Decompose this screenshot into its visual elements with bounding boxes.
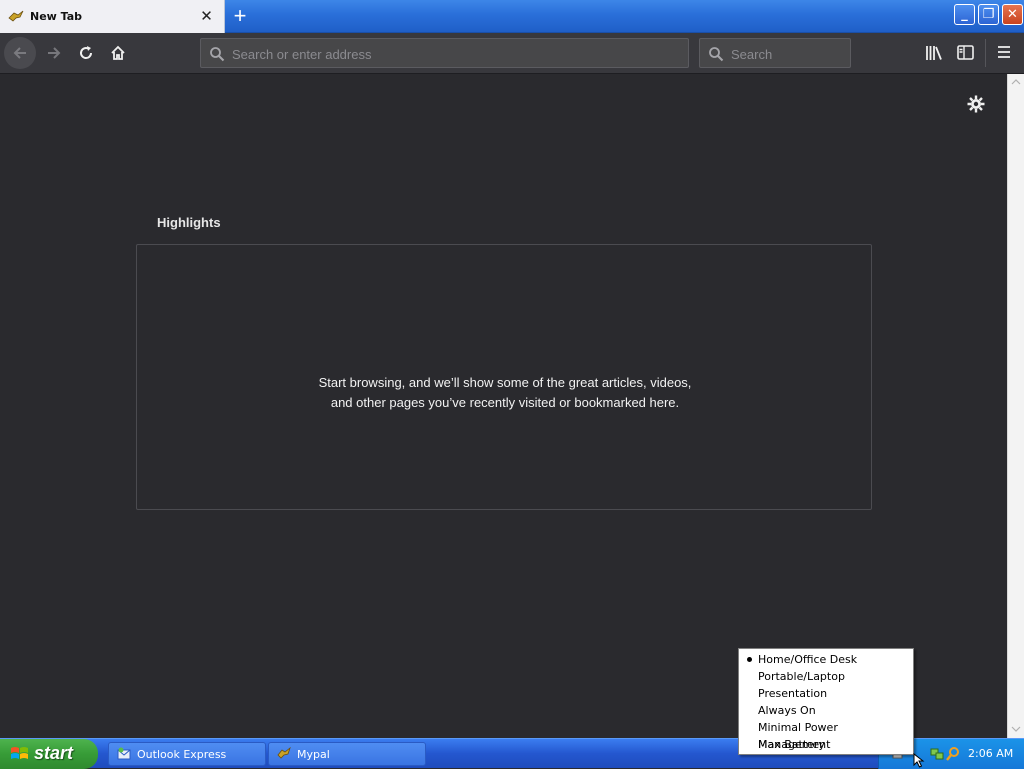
forward-button[interactable] [38,37,70,69]
taskbar-item-label: Outlook Express [137,748,227,761]
outlook-express-icon [117,747,131,760]
search-icon [709,47,724,62]
search-bar[interactable] [699,38,851,68]
library-icon[interactable] [923,42,945,64]
power-scheme-menu: Home/Office Desk Portable/Laptop Present… [738,648,914,755]
reload-icon [80,46,93,59]
highlights-heading: Highlights [157,215,221,230]
minimize-button[interactable]: _ [954,4,975,25]
menu-item-minimal-power-management[interactable]: Minimal Power Management [739,719,913,751]
taskbar-item-label: Mypal [297,748,330,761]
scroll-down-arrow-icon[interactable] [1011,724,1021,734]
search-tray-icon[interactable] [945,746,961,762]
sidebar-icon[interactable] [955,42,977,64]
new-tab-button[interactable]: + [229,5,251,27]
taskbar-item-outlook-express[interactable]: Outlook Express [108,742,266,766]
arrow-left-icon [13,47,26,59]
menu-item-presentation[interactable]: Presentation [739,685,913,702]
reload-button[interactable] [70,37,102,69]
search-icon [210,47,225,62]
mypal-icon [277,747,291,759]
scroll-up-arrow-icon[interactable] [1011,77,1021,87]
menu-item-always-on[interactable]: Always On [739,702,913,719]
menu-item-max-battery[interactable]: Max Battery [739,736,913,753]
clock: 2:06 AM [968,747,1014,760]
title-bar: New Tab ✕ + _ ❐ ✕ [0,0,1024,33]
network-icon[interactable] [929,746,945,762]
hamburger-menu-icon[interactable] [994,42,1016,64]
vertical-scrollbar[interactable] [1007,74,1024,738]
menu-item-label: Always On [758,704,816,717]
close-window-button[interactable]: ✕ [1002,4,1023,25]
search-input[interactable] [731,44,841,64]
menu-item-label: Max Battery [758,738,825,751]
menu-item-label: Home/Office Desk [758,653,858,666]
arrow-right-icon [48,47,61,59]
home-icon [111,45,125,60]
gear-icon[interactable] [966,94,986,114]
menu-item-label: Portable/Laptop [758,670,845,683]
home-button[interactable] [102,37,134,69]
windows-flag-icon [11,747,28,759]
selected-bullet-icon [747,657,752,662]
navigation-toolbar [0,33,1024,74]
address-bar[interactable] [200,38,689,68]
menu-item-home-office-desk[interactable]: Home/Office Desk [739,651,913,668]
new-tab-page: Highlights Start browsing, and we’ll sho… [0,74,1007,738]
close-tab-icon[interactable]: ✕ [199,9,214,24]
restore-button[interactable]: ❐ [978,4,999,25]
start-label: start [34,743,74,763]
toolbar-separator [985,39,986,67]
taskbar-item-mypal[interactable]: Mypal [268,742,426,766]
mypal-favicon-icon [8,10,24,22]
menu-item-label: Presentation [758,687,828,700]
tab-title: New Tab [30,10,83,23]
menu-item-portable-laptop[interactable]: Portable/Laptop [739,668,913,685]
start-button[interactable]: start [0,739,98,769]
back-button[interactable] [4,37,36,69]
address-input[interactable] [232,44,672,64]
mouse-cursor-icon [913,753,925,768]
highlights-empty-message: Start browsing, and we’ll show some of t… [318,375,692,410]
highlights-panel: Start browsing, and we’ll show some of t… [136,244,872,510]
tab-new-tab[interactable]: New Tab ✕ [0,0,225,33]
